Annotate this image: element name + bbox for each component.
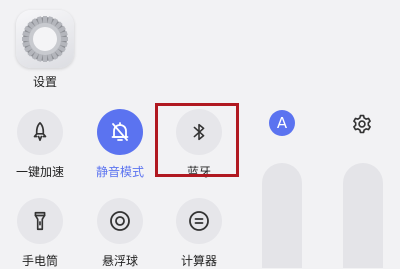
flashlight-icon (34, 211, 46, 231)
tile-circle[interactable] (176, 198, 222, 244)
gear-icon[interactable] (351, 113, 373, 135)
tile-circle[interactable] (17, 109, 63, 155)
tile-one-key-speedup[interactable]: 一键加速 (4, 109, 76, 180)
calculator-icon (189, 211, 209, 231)
highlight-box (155, 103, 239, 177)
settings-app[interactable]: 设置 (15, 10, 75, 90)
tile-circle[interactable] (97, 198, 143, 244)
bell-off-icon (111, 122, 129, 141)
volume-slider[interactable] (343, 163, 383, 268)
tile-flashlight[interactable]: 手电筒 (4, 198, 76, 269)
font-size-icon[interactable]: A (269, 110, 295, 136)
tile-circle[interactable] (97, 109, 143, 155)
tile-circle[interactable] (17, 198, 63, 244)
tile-floating-ball[interactable]: 悬浮球 (84, 198, 156, 269)
tile-label: 计算器 (180, 254, 217, 268)
tile-label: 一键加速 (15, 165, 64, 179)
tile-label: 悬浮球 (101, 254, 138, 268)
settings-app-label: 设置 (32, 75, 57, 89)
tile-label: 手电筒 (21, 254, 58, 268)
tile-silent-mode[interactable]: 静音模式 (84, 109, 156, 180)
rocket-icon (33, 122, 47, 142)
settings-app-icon[interactable] (16, 10, 74, 68)
tile-calculator[interactable]: 计算器 (163, 198, 235, 269)
tile-label: 静音模式 (95, 165, 144, 179)
floating-ball-icon (110, 211, 130, 231)
brightness-slider[interactable] (262, 163, 302, 268)
